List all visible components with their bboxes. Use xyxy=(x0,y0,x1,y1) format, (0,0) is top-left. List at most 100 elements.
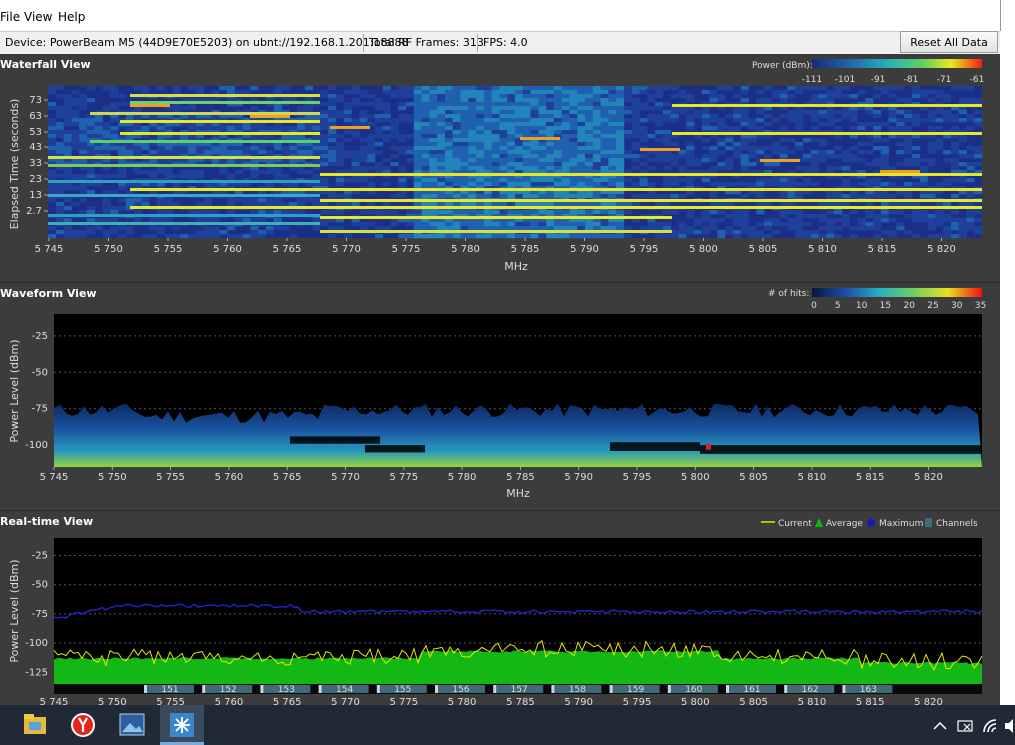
waterfall-cell xyxy=(499,158,508,163)
waterfall-cell xyxy=(421,134,430,139)
waterfall-cell xyxy=(748,146,757,151)
waterfall-cell xyxy=(515,158,524,163)
waterfall-cell xyxy=(351,166,360,171)
waterfall-cell xyxy=(499,134,508,139)
menu-file[interactable]: File xyxy=(0,10,20,24)
waterfall-cell xyxy=(826,202,835,207)
waterfall-cell xyxy=(429,158,438,163)
waterfall-cell xyxy=(86,174,95,179)
waterfall-cell xyxy=(429,222,438,227)
waterfall-cell xyxy=(561,126,570,131)
waterfall-cell xyxy=(343,178,352,183)
waterfall-cell xyxy=(577,126,586,131)
waterfall-cell xyxy=(911,182,921,187)
waterfall-cell xyxy=(499,202,508,207)
waterfall-cell xyxy=(429,146,438,151)
waterfall-cell xyxy=(756,178,765,183)
waterfall-cell xyxy=(608,102,617,107)
waterfall-cell xyxy=(437,166,446,171)
waterfall-cell xyxy=(359,222,368,227)
waterfall-cell xyxy=(491,134,500,139)
waterfall-cell xyxy=(320,142,329,147)
waterfall-cell xyxy=(522,106,531,111)
reset-all-data-button[interactable]: Reset All Data xyxy=(900,31,998,53)
waterfall-cell xyxy=(592,194,601,199)
waterfall-cell xyxy=(156,218,166,223)
waterfall-cell xyxy=(561,222,570,227)
volume-icon[interactable] xyxy=(1005,719,1013,733)
waterfall-cell xyxy=(927,150,936,155)
waterfall-cell xyxy=(343,194,352,199)
waterfall-cell xyxy=(507,142,516,147)
waterfall-cell xyxy=(515,178,524,183)
waterfall-cell xyxy=(86,190,95,195)
waterfall-cell xyxy=(118,234,127,239)
waterfall-cell xyxy=(507,86,516,91)
waterfall-cell xyxy=(826,226,835,231)
power-scale-tick: -101 xyxy=(835,75,855,85)
waterfall-cell xyxy=(880,214,889,219)
waterfall-cell xyxy=(460,114,469,119)
waterfall-cell xyxy=(818,94,827,99)
channel-edge xyxy=(260,685,264,693)
waterfall-cell xyxy=(538,94,547,99)
waterfall-cell xyxy=(483,154,492,159)
airview-app-icon[interactable] xyxy=(170,713,194,737)
waterfall-cell xyxy=(515,154,524,159)
waterfall-cell xyxy=(390,122,399,127)
waterfall-cell xyxy=(950,234,959,239)
show-hidden-icons-chevron-icon[interactable] xyxy=(933,721,947,730)
waterfall-cell xyxy=(538,126,547,131)
waterfall-cell xyxy=(468,86,477,91)
waterfall-cell xyxy=(810,162,819,167)
waterfall-cell xyxy=(452,158,461,163)
waterfall-cell xyxy=(483,166,492,171)
yandex-browser-icon[interactable] xyxy=(71,713,95,737)
wifi-icon[interactable] xyxy=(983,719,997,733)
waterfall-cell xyxy=(367,150,376,155)
file-explorer-icon[interactable] xyxy=(24,714,46,734)
waterfall-cell xyxy=(211,150,220,155)
waterfall-cell xyxy=(857,90,866,95)
waterfall-cell xyxy=(623,98,633,103)
waterfall-cell xyxy=(826,222,835,227)
waterfall-cell xyxy=(561,210,570,215)
waterfall-cell xyxy=(764,162,773,167)
waterfall-cell xyxy=(515,110,524,115)
menu-help[interactable]: Help xyxy=(58,10,85,24)
waterfall-cell xyxy=(48,190,57,195)
waterfall-cell xyxy=(795,214,804,219)
waterfall-cell xyxy=(880,202,889,207)
waterfall-cell xyxy=(841,194,850,199)
waterfall-cell xyxy=(810,230,819,235)
waterfall-cell xyxy=(367,154,376,159)
photos-icon[interactable] xyxy=(119,713,145,736)
waterfall-cell xyxy=(203,226,212,231)
waterfall-cell xyxy=(538,182,547,187)
waterfall-cell xyxy=(857,142,866,147)
menu-view[interactable]: View xyxy=(24,10,52,24)
network-disconnected-icon[interactable] xyxy=(957,720,973,732)
waterfall-cell xyxy=(499,222,508,227)
waterfall-x-tick: 5 760 xyxy=(213,244,242,255)
waterfall-cell xyxy=(452,182,461,187)
waterfall-cell xyxy=(943,150,952,155)
waterfall-cell xyxy=(328,210,337,215)
waterfall-cell xyxy=(834,234,843,239)
waterfall-cell xyxy=(328,158,337,163)
waterfall-cell xyxy=(328,86,337,91)
waterfall-cell xyxy=(273,226,282,231)
waterfall-cell xyxy=(335,158,345,163)
waterfall-cell xyxy=(63,138,72,143)
waterfall-cell xyxy=(55,114,64,119)
waterfall-cell xyxy=(86,150,95,155)
waterfall-cell xyxy=(810,154,819,159)
waterfall-cell xyxy=(546,130,555,135)
waterfall-cell xyxy=(546,142,555,147)
waterfall-cell xyxy=(740,214,749,219)
waterfall-cell xyxy=(631,126,640,131)
waterfall-cell xyxy=(320,162,329,167)
waterfall-cell xyxy=(616,158,625,163)
waterfall-cell xyxy=(764,98,773,103)
waterfall-cell xyxy=(94,134,103,139)
